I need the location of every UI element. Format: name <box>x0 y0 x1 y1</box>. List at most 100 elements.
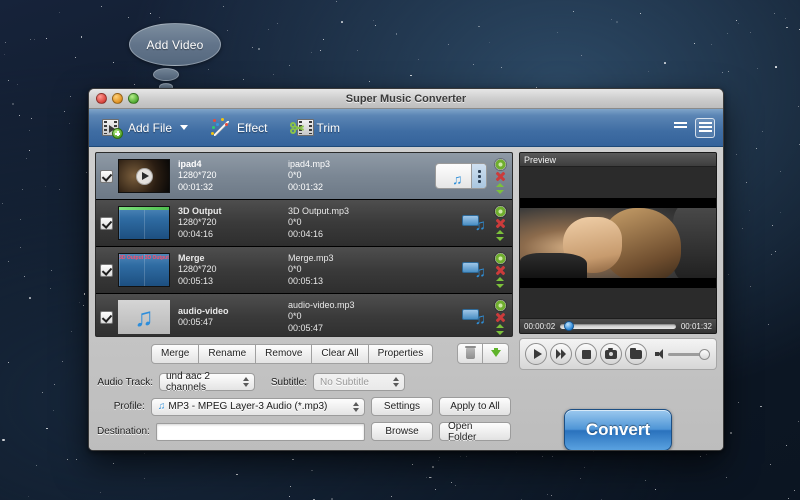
volume-slider[interactable] <box>668 353 709 356</box>
row-reorder-icon[interactable] <box>495 324 506 335</box>
file-list[interactable]: ipad4 1280*720 00:01:32 ipad4.mp3 0*0 00… <box>95 152 513 337</box>
preview-current-time: 00:00:02 <box>524 322 555 331</box>
trash-button[interactable] <box>457 343 483 364</box>
view-mode-toggles <box>670 118 715 138</box>
preview-stage[interactable] <box>520 167 716 318</box>
row-format-button[interactable]: ♫ <box>435 163 487 189</box>
audio-track-row: Audio Track: und aac 2 channels Subtitle… <box>97 373 511 391</box>
row-actions <box>492 159 508 194</box>
volume-knob[interactable] <box>699 349 710 360</box>
row-reorder-icon[interactable] <box>495 277 506 288</box>
row-source-name: Merge <box>178 253 205 263</box>
row-output-name: Merge.mp3 <box>288 253 334 263</box>
download-icon <box>491 350 501 357</box>
right-column: Preview 00:00:02 0 <box>519 152 717 451</box>
row-actions <box>492 253 508 288</box>
trim-button[interactable]: Trim <box>286 115 349 141</box>
row-thumbnail: 3D Output 3D Output <box>118 253 170 287</box>
profile-select[interactable]: ♫ MP3 - MPEG Layer-3 Audio (*.mp3) <box>151 398 365 416</box>
merge-button[interactable]: Merge <box>151 344 199 364</box>
add-file-button[interactable]: Add File <box>97 115 196 141</box>
volume-icon[interactable] <box>655 349 665 359</box>
window-body: ipad4 1280*720 00:01:32 ipad4.mp3 0*0 00… <box>89 147 723 451</box>
table-row[interactable]: 3D Output 1280*720 00:04:16 3D Output.mp… <box>96 200 512 247</box>
row-source-info: ipad4 1280*720 00:01:32 <box>178 159 288 194</box>
row-format-icon[interactable]: ♫ <box>462 213 486 233</box>
add-file-icon <box>101 117 123 139</box>
play-button[interactable] <box>525 343 547 365</box>
snapshot-button[interactable] <box>600 343 622 365</box>
row-remove-icon[interactable] <box>495 218 506 229</box>
row-settings-gear-icon[interactable] <box>495 253 506 264</box>
preview-video-frame <box>520 198 716 288</box>
row-source-resolution: 1280*720 <box>178 217 217 227</box>
format-note-icon: ♫ <box>475 312 486 327</box>
letterbox-top <box>520 198 716 208</box>
remove-button[interactable]: Remove <box>256 344 312 364</box>
trim-scissors-icon <box>290 117 312 139</box>
window-titlebar[interactable]: Super Music Converter <box>89 89 723 109</box>
row-checkbox[interactable] <box>100 264 113 277</box>
convert-button[interactable]: Convert <box>564 409 672 451</box>
row-source-duration: 00:05:13 <box>178 276 213 286</box>
table-row[interactable]: ipad4 1280*720 00:01:32 ipad4.mp3 0*0 00… <box>96 153 512 200</box>
stepper-arrows-icon <box>353 401 360 413</box>
row-output-duration: 00:01:32 <box>288 182 323 192</box>
fast-forward-button[interactable] <box>550 343 572 365</box>
row-remove-icon[interactable] <box>495 171 506 182</box>
row-settings-gear-icon[interactable] <box>495 206 506 217</box>
stepper-arrows-icon <box>393 376 400 388</box>
chevron-down-icon[interactable] <box>180 125 188 130</box>
row-output-resolution: 0*0 <box>288 264 302 274</box>
row-output-info: audio-video.mp3 0*0 00:05:47 <box>288 300 406 335</box>
rename-button[interactable]: Rename <box>199 344 256 364</box>
row-remove-icon[interactable] <box>495 312 506 323</box>
magic-wand-icon <box>210 117 232 139</box>
destination-input[interactable] <box>156 423 365 441</box>
subtitle-select[interactable]: No Subtitle <box>313 373 405 391</box>
settings-button[interactable]: Settings <box>371 397 433 416</box>
open-folder-preview-button[interactable] <box>625 343 647 365</box>
row-format-icon[interactable]: ♫ <box>462 260 486 280</box>
trash-icon <box>466 348 475 359</box>
row-remove-icon[interactable] <box>495 265 506 276</box>
audio-track-select[interactable]: und aac 2 channels <box>159 373 255 391</box>
apply-to-all-button[interactable]: Apply to All <box>439 397 511 416</box>
add-file-label: Add File <box>128 121 172 135</box>
row-output-info: ipad4.mp3 0*0 00:01:32 <box>288 159 406 194</box>
download-button[interactable] <box>483 343 509 364</box>
folder-icon <box>630 350 642 359</box>
snapshot-icon <box>605 350 617 359</box>
row-reorder-icon[interactable] <box>495 183 506 194</box>
clear-all-button[interactable]: Clear All <box>312 344 368 364</box>
properties-button[interactable]: Properties <box>369 344 434 364</box>
row-reorder-icon[interactable] <box>495 230 506 241</box>
destination-label: Destination: <box>97 426 156 437</box>
row-thumbnail: ♫ <box>118 300 170 334</box>
row-source-info: Merge 1280*720 00:05:13 <box>178 253 288 288</box>
list-action-bar: Merge Rename Remove Clear All Properties <box>95 337 513 366</box>
row-checkbox[interactable] <box>100 217 113 230</box>
row-format-icon[interactable]: ♫ <box>462 307 486 327</box>
table-row[interactable]: 3D Output 3D Output Merge 1280*720 00:05… <box>96 247 512 294</box>
effect-button[interactable]: Effect <box>206 115 275 141</box>
row-checkbox[interactable] <box>100 170 113 183</box>
open-folder-button[interactable]: Open Folder <box>439 422 511 441</box>
preview-seek-slider[interactable] <box>560 324 676 329</box>
stop-icon <box>582 350 591 359</box>
subtitle-value: No Subtitle <box>320 377 369 388</box>
row-drag-handle[interactable] <box>471 164 486 188</box>
row-settings-gear-icon[interactable] <box>495 159 506 170</box>
row-output-duration: 00:05:13 <box>288 276 323 286</box>
hint-bubble-body: Add Video <box>129 23 221 66</box>
view-detail-button[interactable] <box>695 118 715 138</box>
preview-seek-knob[interactable] <box>564 321 574 331</box>
stop-button[interactable] <box>575 343 597 365</box>
browse-button[interactable]: Browse <box>371 422 433 441</box>
row-settings-gear-icon[interactable] <box>495 300 506 311</box>
row-checkbox[interactable] <box>100 311 113 324</box>
convert-area: Convert <box>519 403 717 451</box>
table-row[interactable]: ♫ audio-video 00:05:47 audio-video.mp3 0… <box>96 294 512 337</box>
profile-value: MP3 - MPEG Layer-3 Audio (*.mp3) <box>168 401 327 412</box>
view-list-button[interactable] <box>670 118 690 138</box>
